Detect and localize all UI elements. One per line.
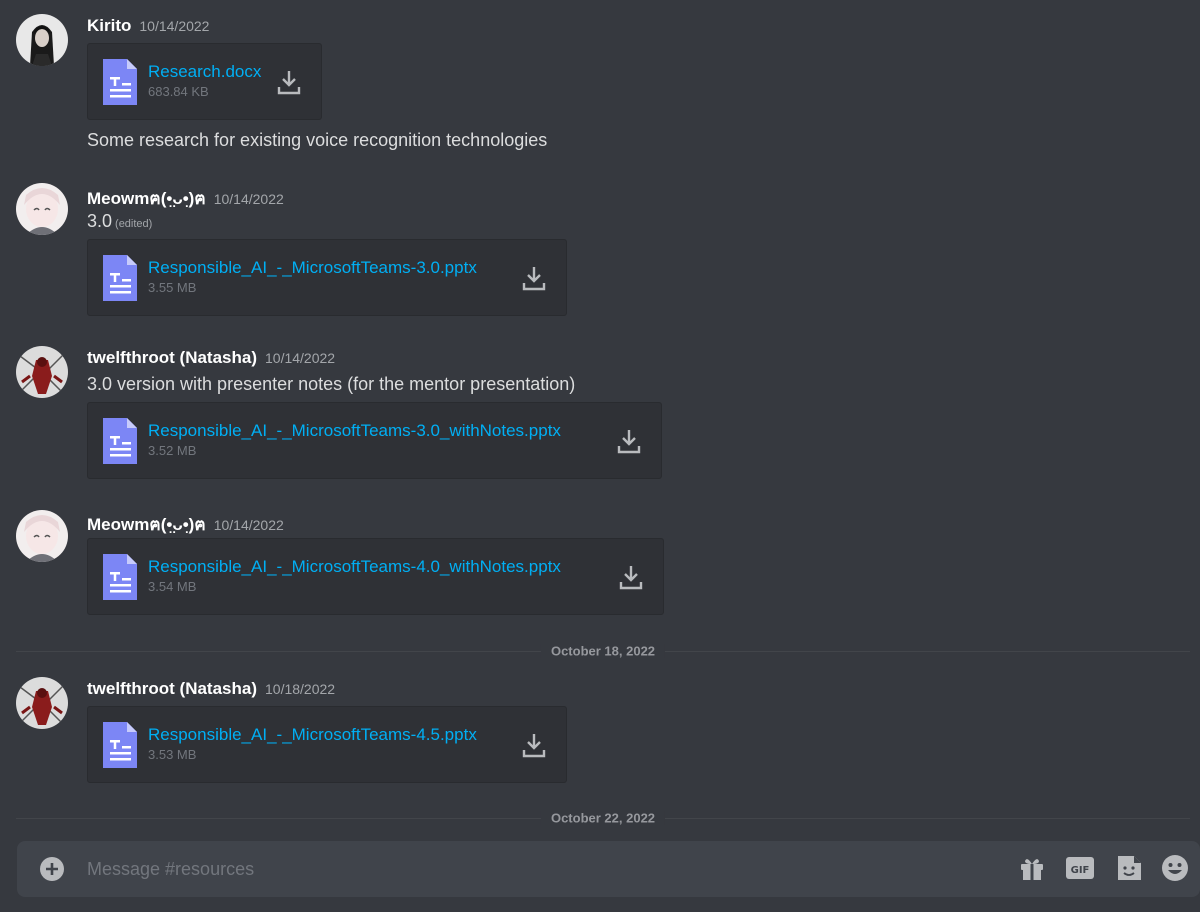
file-attachment: Responsible_AI_-_MicrosoftTeams-3.0.pptx… (87, 239, 567, 316)
file-attachment: Research.docx 683.84 KB (87, 43, 322, 120)
file-attachment: Responsible_AI_-_MicrosoftTeams-3.0_with… (87, 402, 662, 479)
download-icon[interactable] (618, 563, 644, 591)
download-icon[interactable] (276, 68, 302, 96)
timestamp: 10/14/2022 (213, 517, 284, 533)
timestamp: 10/14/2022 (213, 191, 284, 207)
timestamp: 10/14/2022 (265, 350, 336, 366)
document-icon (101, 57, 139, 107)
file-size: 683.84 KB (148, 84, 209, 99)
message-text: Some research for existing voice recogni… (87, 130, 548, 150)
file-attachment: Responsible_AI_-_MicrosoftTeams-4.5.pptx… (87, 706, 567, 783)
message-header: twelfthroot (Natasha) 10/18/2022 (87, 679, 335, 699)
file-name-link[interactable]: Research.docx (148, 62, 261, 82)
plus-circle-icon[interactable] (39, 856, 65, 882)
message-header: Meowmฅ(•̤ᴗ•̤)ฅ 10/14/2022 (87, 185, 284, 212)
sticker-icon[interactable] (1114, 853, 1144, 883)
username[interactable]: Meowmฅ(•̤ᴗ•̤)ฅ (87, 515, 206, 534)
edited-label: (edited) (115, 218, 153, 230)
message-header: Kirito 10/14/2022 (87, 16, 209, 36)
file-name-link[interactable]: Responsible_AI_-_MicrosoftTeams-3.0_with… (148, 421, 561, 441)
username[interactable]: Kirito (87, 16, 131, 35)
avatar[interactable] (16, 346, 68, 398)
message-header: twelfthroot (Natasha) 10/14/2022 (87, 348, 335, 368)
document-icon (101, 416, 139, 466)
file-attachment: Responsible_AI_-_MicrosoftTeams-4.0_with… (87, 538, 664, 615)
file-size: 3.55 MB (148, 280, 197, 295)
message-input[interactable] (87, 854, 987, 884)
timestamp: 10/18/2022 (265, 681, 336, 697)
message-text-line: 3.0 (edited) (87, 211, 152, 232)
svg-text:GIF: GIF (1071, 865, 1090, 876)
file-name-link[interactable]: Responsible_AI_-_MicrosoftTeams-4.5.pptx (148, 725, 477, 745)
file-name-link[interactable]: Responsible_AI_-_MicrosoftTeams-3.0.pptx (148, 258, 477, 278)
date-divider: October 22, 2022 (16, 810, 1190, 826)
document-icon (101, 552, 139, 602)
message-composer: GIF (17, 841, 1200, 897)
file-name-link[interactable]: Responsible_AI_-_MicrosoftTeams-4.0_with… (148, 557, 561, 577)
download-icon[interactable] (616, 427, 642, 455)
file-size: 3.53 MB (148, 747, 197, 762)
message-header: Meowmฅ(•̤ᴗ•̤)ฅ 10/14/2022 (87, 511, 284, 538)
download-icon[interactable] (521, 731, 547, 759)
file-size: 3.52 MB (148, 443, 197, 458)
date-divider: October 18, 2022 (16, 643, 1190, 659)
gift-icon[interactable] (1017, 853, 1047, 883)
avatar[interactable] (16, 510, 68, 562)
date-divider-label: October 18, 2022 (540, 643, 666, 659)
download-icon[interactable] (521, 264, 547, 292)
username[interactable]: Meowmฅ(•̤ᴗ•̤)ฅ (87, 189, 206, 208)
username[interactable]: twelfthroot (Natasha) (87, 348, 257, 367)
date-divider-label: October 22, 2022 (540, 810, 666, 826)
message-text: 3.0 version with presenter notes (for th… (87, 374, 576, 394)
gif-icon[interactable]: GIF (1065, 853, 1095, 883)
chat-message-list: Kirito 10/14/2022 Research.docx 683.84 KB (0, 0, 1200, 912)
timestamp: 10/14/2022 (139, 18, 210, 34)
avatar[interactable] (16, 183, 68, 235)
document-icon (101, 253, 139, 303)
username[interactable]: twelfthroot (Natasha) (87, 679, 257, 698)
file-size: 3.54 MB (148, 579, 197, 594)
document-icon (101, 720, 139, 770)
message-text: 3.0 (87, 211, 113, 231)
avatar[interactable] (16, 677, 68, 729)
emoji-icon[interactable] (1160, 853, 1190, 883)
avatar[interactable] (16, 14, 68, 66)
